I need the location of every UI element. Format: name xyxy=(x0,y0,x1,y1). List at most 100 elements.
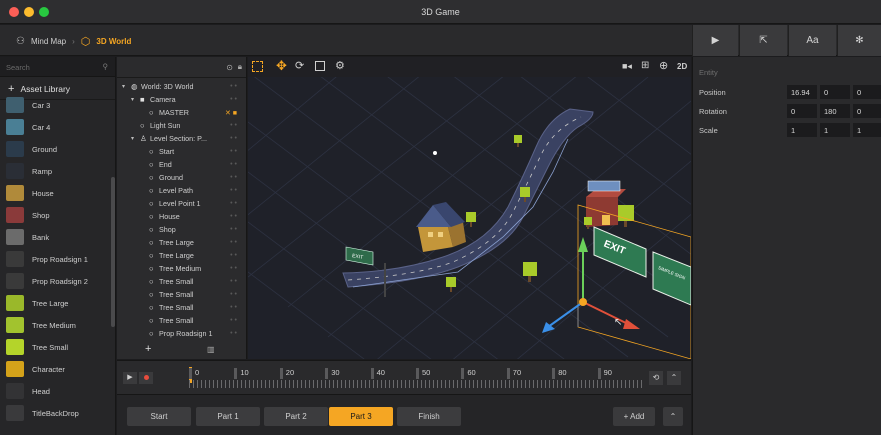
node-state-icon[interactable]: • • xyxy=(230,135,237,142)
asset-item[interactable]: Car 4 xyxy=(0,116,110,138)
timeline-record-button[interactable] xyxy=(139,372,153,384)
asset-item[interactable]: Ramp xyxy=(0,160,110,182)
node-state-icon[interactable]: • • xyxy=(230,226,237,233)
node-state-icon[interactable]: • • xyxy=(230,122,237,129)
asset-item[interactable]: Prop Roadsign 1 xyxy=(0,248,110,270)
node-state-icon[interactable]: • • xyxy=(230,239,237,246)
tree-node[interactable]: ○ Tree Large • • xyxy=(117,249,243,262)
asset-item[interactable]: Tree Large xyxy=(0,292,110,314)
asset-item[interactable]: Tree Medium xyxy=(0,314,110,336)
share-button[interactable]: ⇱ xyxy=(739,25,787,56)
asset-list-scrollbar[interactable] xyxy=(111,177,115,327)
property-value-field[interactable]: 1 xyxy=(853,123,881,137)
asset-item[interactable]: Tree Small xyxy=(0,336,110,358)
search-box[interactable]: Search ⚲ xyxy=(0,57,115,77)
add-part-button[interactable]: + Add xyxy=(613,407,655,426)
tree-node[interactable]: ○ Tree Medium • • xyxy=(117,262,243,275)
node-state-icon[interactable]: • • xyxy=(230,291,237,298)
tree-node[interactable]: ▾ ◍ World: 3D World • • xyxy=(117,80,243,93)
expand-arrow-icon[interactable]: ▾ xyxy=(131,135,140,142)
text-style-button[interactable]: Aa xyxy=(788,25,836,56)
scale-tool-icon[interactable] xyxy=(315,61,325,71)
tree-node[interactable]: ○ Tree Small • • xyxy=(117,275,243,288)
node-state-icon[interactable]: • • xyxy=(230,96,237,103)
timeline-ruler[interactable]: 0 10 20 30 40 50 60 70 80 90 xyxy=(189,368,643,388)
asset-item[interactable]: Car 3 xyxy=(0,94,110,116)
asset-item[interactable]: Ground xyxy=(0,138,110,160)
play-button[interactable]: ▶ xyxy=(692,25,738,56)
node-state-icon[interactable]: • • xyxy=(230,278,237,285)
node-state-icon[interactable]: ✕ ■ xyxy=(225,109,237,117)
node-state-icon[interactable]: • • xyxy=(230,83,237,90)
move-tool-icon[interactable]: ✥ xyxy=(276,58,287,74)
grid-view-icon[interactable]: ⊞ xyxy=(641,60,649,71)
add-node-button[interactable]: + xyxy=(145,343,151,355)
lock-icon[interactable]: 🔒︎ xyxy=(238,62,242,72)
expand-arrow-icon[interactable]: ▾ xyxy=(131,96,140,103)
timeline-expand-button[interactable]: ⌃ xyxy=(667,371,681,385)
tree-node[interactable]: ○ Light Sun • • xyxy=(117,119,243,132)
asset-item[interactable]: Prop Roadsign 2 xyxy=(0,270,110,292)
node-state-icon[interactable]: • • xyxy=(230,200,237,207)
tree-node[interactable]: ○ Start • • xyxy=(117,145,243,158)
property-value-field[interactable]: 1 xyxy=(820,123,850,137)
property-value-field[interactable]: 16.94 xyxy=(787,85,817,99)
3d-viewport[interactable]: ✥ ⟳ ⚙ ■◂ ⊞ ⊕ 2D EXIT EXIT SIMPLE SIGN ↖ xyxy=(248,57,691,359)
part-tab[interactable]: Finish xyxy=(397,407,461,426)
tree-node[interactable]: ○ Prop Roadsign 1 • • xyxy=(117,327,243,340)
search-input[interactable]: Search xyxy=(6,63,30,72)
part-tab[interactable]: Part 2 xyxy=(264,407,328,426)
visibility-icon[interactable]: ⊙ xyxy=(226,63,233,72)
globe-view-icon[interactable]: ⊕ xyxy=(659,59,668,72)
node-state-icon[interactable]: • • xyxy=(230,213,237,220)
tree-node[interactable]: ○ Tree Small • • xyxy=(117,288,243,301)
part-tab[interactable]: Part 1 xyxy=(196,407,260,426)
tree-node[interactable]: ○ Level Path • • xyxy=(117,184,243,197)
tree-node[interactable]: ○ Level Point 1 • • xyxy=(117,197,243,210)
property-value-field[interactable]: 1 xyxy=(787,123,817,137)
trash-icon[interactable]: ▥ xyxy=(207,345,215,354)
rotate-tool-icon[interactable]: ⟳ xyxy=(295,59,304,72)
property-value-field[interactable]: 0 xyxy=(853,104,881,118)
property-value-field[interactable]: 0 xyxy=(787,104,817,118)
node-state-icon[interactable]: • • xyxy=(230,317,237,324)
breadcrumb-root[interactable]: Mind Map xyxy=(31,37,66,46)
tree-node[interactable]: ○ Tree Small • • xyxy=(117,314,243,327)
tree-node[interactable]: ○ Shop • • xyxy=(117,223,243,236)
node-state-icon[interactable]: • • xyxy=(230,330,237,337)
node-state-icon[interactable]: • • xyxy=(230,161,237,168)
part-tab[interactable]: Part 3 xyxy=(329,407,393,426)
asset-item[interactable]: TitleBackDrop xyxy=(0,402,110,424)
node-state-icon[interactable]: • • xyxy=(230,187,237,194)
asset-item[interactable]: House xyxy=(0,182,110,204)
part-tab[interactable]: Start xyxy=(127,407,191,426)
asset-item[interactable]: Bank xyxy=(0,226,110,248)
timeline-loop-button[interactable]: ⟲ xyxy=(649,371,663,385)
expand-arrow-icon[interactable]: ▾ xyxy=(122,83,131,90)
settings-button[interactable]: ✻ xyxy=(837,25,881,56)
asset-item[interactable]: Character xyxy=(0,358,110,380)
camera-view-icon[interactable]: ■◂ xyxy=(622,61,632,72)
tree-node[interactable]: ○ End • • xyxy=(117,158,243,171)
tree-node[interactable]: ○ House • • xyxy=(117,210,243,223)
property-value-field[interactable]: 0 xyxy=(820,85,850,99)
breadcrumb-current[interactable]: 3D World xyxy=(96,37,131,46)
asset-item[interactable]: Head xyxy=(0,380,110,402)
timeline-play-button[interactable]: ▶ xyxy=(123,372,137,384)
property-value-field[interactable]: 180 xyxy=(820,104,850,118)
tree-node[interactable]: ▾ ♙ Level Section: P... • • xyxy=(117,132,243,145)
tree-node[interactable]: ○ Tree Small • • xyxy=(117,301,243,314)
node-state-icon[interactable]: • • xyxy=(230,252,237,259)
parts-expand-button[interactable]: ⌃ xyxy=(663,407,683,426)
property-value-field[interactable]: 0 xyxy=(853,85,881,99)
mode-2d-toggle[interactable]: 2D xyxy=(677,62,687,71)
asset-item[interactable]: Shop xyxy=(0,204,110,226)
snap-tool-icon[interactable]: ⚙ xyxy=(335,59,345,72)
tree-node[interactable]: ○ Ground • • xyxy=(117,171,243,184)
node-state-icon[interactable]: • • xyxy=(230,265,237,272)
node-state-icon[interactable]: • • xyxy=(230,148,237,155)
tree-node[interactable]: ▾ ■ Camera • • xyxy=(117,93,243,106)
node-state-icon[interactable]: • • xyxy=(230,304,237,311)
node-state-icon[interactable]: • • xyxy=(230,174,237,181)
select-tool-icon[interactable] xyxy=(252,61,263,72)
